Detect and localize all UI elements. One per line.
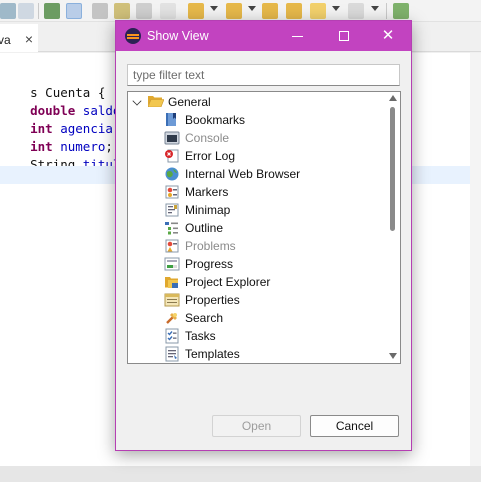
toolbar-icon-4[interactable] <box>66 3 82 19</box>
code-line: int agencia; <box>30 121 120 136</box>
tree-item-project-explorer[interactable]: Project Explorer <box>128 273 384 291</box>
tasks-icon <box>165 328 179 344</box>
scroll-up-icon[interactable] <box>389 95 397 101</box>
tree-item-console[interactable]: Console <box>128 129 384 147</box>
toolbar-icon-1[interactable] <box>0 3 16 19</box>
scrollbar-thumb[interactable] <box>390 107 395 231</box>
tree-item-label: Project Explorer <box>185 275 271 289</box>
toolbar-separator <box>386 3 387 19</box>
toolbar-icon-5[interactable] <box>92 3 108 19</box>
problems-icon <box>165 239 179 253</box>
toolbar-icon-3[interactable] <box>44 3 60 19</box>
tree-item-label: Properties <box>185 293 240 307</box>
filter-input[interactable] <box>127 64 400 86</box>
tree-item-label: Internal Web Browser <box>185 167 301 181</box>
tree-item-error-log[interactable]: Error Log <box>128 147 384 165</box>
tree-item-bookmarks[interactable]: Bookmarks <box>128 111 384 129</box>
toolbar-icon-8[interactable] <box>160 3 176 19</box>
view-tree[interactable]: General Bookmarks Console Error Log Interna… <box>127 91 401 364</box>
editor-tab[interactable]: va × <box>0 24 38 52</box>
tree-item-label: Progress <box>185 257 234 271</box>
properties-icon <box>164 293 180 307</box>
project-explorer-icon <box>165 277 178 288</box>
tree-item-label: Tasks <box>185 329 216 343</box>
markers-icon <box>165 185 179 199</box>
toolbar-icon-7[interactable] <box>136 3 152 19</box>
tree-item-outline[interactable]: Outline <box>128 219 384 237</box>
templates-icon <box>165 346 179 362</box>
tree-item-label: Search <box>185 311 224 325</box>
tree-item-markers[interactable]: Markers <box>128 183 384 201</box>
tree-item-progress[interactable]: Progress <box>128 255 384 273</box>
tree-item-minimap[interactable]: Minimap <box>128 201 384 219</box>
tree-item-label: Outline <box>185 221 224 235</box>
toolbar-separator <box>38 3 39 19</box>
dialog-title-bar[interactable]: Show View ✕ <box>116 21 411 51</box>
toolbar-dropdown-arrow[interactable] <box>210 6 218 11</box>
dialog-title: Show View <box>147 29 209 43</box>
maximize-icon <box>339 31 349 41</box>
close-button[interactable]: ✕ <box>365 21 411 51</box>
tree-item-tasks[interactable]: Tasks <box>128 327 384 345</box>
code-line: s Cuenta { <box>30 85 106 100</box>
cancel-button[interactable]: Cancel <box>310 415 399 437</box>
minimap-icon <box>165 203 179 217</box>
tree-item-label: Templates <box>185 347 240 361</box>
show-view-dialog: Show View ✕ General Bookmarks Console Erro… <box>115 20 412 451</box>
bottom-panel-strip <box>0 466 481 482</box>
tree-category-label: General <box>168 95 211 109</box>
editor-side-strip <box>470 53 481 466</box>
console-icon <box>164 131 180 145</box>
maximize-button[interactable] <box>321 21 367 51</box>
forward-icon[interactable] <box>348 3 364 19</box>
main-toolbar <box>0 0 481 22</box>
code-line: double saldo; <box>30 103 128 118</box>
tree-scrollbar[interactable] <box>386 92 400 363</box>
bookmarks-icon <box>166 113 176 126</box>
toolbar-icon-11[interactable] <box>262 3 278 19</box>
tree-item-internal-web-browser[interactable]: Internal Web Browser <box>128 165 384 183</box>
tree-item-label: Error Log <box>185 149 236 163</box>
tree-item-problems[interactable]: Problems <box>128 237 384 255</box>
eclipse-logo-icon <box>125 28 141 44</box>
toolbar-dropdown-arrow[interactable] <box>371 6 379 11</box>
progress-icon <box>164 257 180 271</box>
tree-item-label: Minimap <box>185 203 231 217</box>
toolbar-icon-9[interactable] <box>188 3 204 19</box>
tree-item-templates[interactable]: Templates <box>128 345 384 363</box>
editor-tab-label: va <box>0 33 11 47</box>
minimize-button[interactable] <box>275 21 321 51</box>
tree-item-label: Bookmarks <box>185 113 246 127</box>
close-tab-icon[interactable]: × <box>22 32 36 46</box>
toolbar-icon-12[interactable] <box>286 3 302 19</box>
tree-item-label: Console <box>185 131 230 145</box>
tree-item-search[interactable]: Search <box>128 309 384 327</box>
error-log-icon <box>165 149 179 163</box>
outline-icon <box>165 222 178 235</box>
toolbar-icon-2[interactable] <box>18 3 34 19</box>
scroll-down-icon[interactable] <box>389 353 397 359</box>
tree-item-label: Problems <box>185 239 236 253</box>
toolbar-icon-13[interactable] <box>393 3 409 19</box>
toolbar-icon-6[interactable] <box>114 3 130 19</box>
folder-open-icon <box>148 96 164 107</box>
tree-item-label: Markers <box>185 185 229 199</box>
search-icon <box>166 313 177 324</box>
code-line: int numero; <box>30 139 113 154</box>
tree-item-properties[interactable]: Properties <box>128 291 384 309</box>
toolbar-dropdown-arrow[interactable] <box>332 6 340 11</box>
back-icon[interactable] <box>310 3 326 19</box>
tree-category-general[interactable]: General <box>128 93 384 111</box>
chevron-down-icon[interactable] <box>132 96 142 106</box>
minimize-icon <box>292 36 303 37</box>
globe-icon <box>165 167 179 181</box>
toolbar-icon-10[interactable] <box>226 3 242 19</box>
toolbar-dropdown-arrow[interactable] <box>248 6 256 11</box>
open-button[interactable]: Open <box>212 415 301 437</box>
